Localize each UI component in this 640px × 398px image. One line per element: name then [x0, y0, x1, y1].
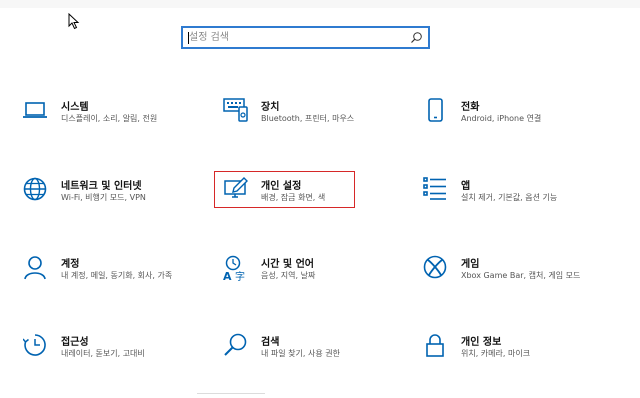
tile-ease-of-access[interactable]: 접근성 내레이터, 돋보기, 고대비	[23, 333, 198, 378]
apps-list-icon	[423, 177, 446, 200]
tile-title: 네트워크 및 인터넷	[61, 181, 142, 192]
search-icon	[224, 333, 247, 356]
tile-description: Android, iPhone 연결	[461, 114, 542, 123]
tile-title: 장치	[261, 102, 280, 113]
tile-apps[interactable]: 앱 설치 제거, 기본값, 옵션 기능	[423, 177, 598, 222]
laptop-icon	[23, 102, 47, 118]
mouse-pointer-icon	[68, 13, 80, 30]
tile-time-language[interactable]: A 字 시간 및 언어 음성, 지역, 날짜	[223, 255, 398, 300]
svg-text:字: 字	[235, 270, 245, 281]
bottom-edge	[197, 393, 265, 398]
time-language-icon: A 字	[223, 255, 245, 281]
top-band	[0, 0, 640, 8]
tile-title: 앱	[461, 181, 471, 192]
xbox-icon	[423, 255, 447, 279]
tile-accounts[interactable]: 계정 내 계정, 메일, 동기화, 회사, 가족	[23, 255, 198, 300]
tile-title: 접근성	[61, 337, 89, 348]
phone-icon	[428, 98, 443, 122]
tile-title: 개인 정보	[461, 337, 502, 348]
tile-description: 음성, 지역, 날짜	[261, 271, 316, 280]
tile-description: 내 계정, 메일, 동기화, 회사, 가족	[61, 271, 173, 280]
tile-description: Xbox Game Bar, 캡처, 게임 모드	[461, 271, 581, 280]
tile-title: 계정	[61, 259, 80, 270]
tile-title: 시스템	[61, 102, 89, 113]
tile-privacy[interactable]: 개인 정보 위치, 카메라, 마이크	[423, 333, 598, 378]
tile-title: 시간 및 언어	[261, 259, 314, 270]
tile-description: Wi-Fi, 비행기 모드, VPN	[61, 193, 146, 202]
tile-description: 내 파일 찾기, 사용 권한	[261, 349, 340, 358]
search-input[interactable]	[185, 29, 409, 46]
highlight-box	[214, 171, 355, 208]
keyboard-device-icon	[223, 98, 248, 122]
search-icon[interactable]	[410, 31, 423, 44]
tile-description: 디스플레이, 소리, 알림, 전원	[61, 114, 158, 123]
tile-phone[interactable]: 전화 Android, iPhone 연결	[423, 98, 598, 143]
tile-network[interactable]: 네트워크 및 인터넷 Wi-Fi, 비행기 모드, VPN	[23, 177, 198, 222]
svg-text:A: A	[223, 270, 232, 281]
tile-description: Bluetooth, 프린터, 마우스	[261, 114, 355, 123]
lock-icon	[426, 334, 444, 357]
tile-title: 전화	[461, 102, 480, 113]
tile-title: 검색	[261, 337, 280, 348]
tile-title: 게임	[461, 259, 480, 270]
tile-description: 위치, 카메라, 마이크	[461, 349, 531, 358]
ease-of-access-icon	[23, 334, 46, 356]
globe-icon	[23, 177, 47, 201]
tile-description: 설치 제거, 기본값, 옵션 기능	[461, 193, 558, 202]
tile-devices[interactable]: 장치 Bluetooth, 프린터, 마우스	[223, 98, 398, 143]
tile-description: 내레이터, 돋보기, 고대비	[61, 349, 145, 358]
tile-system[interactable]: 시스템 디스플레이, 소리, 알림, 전원	[23, 98, 198, 143]
person-icon	[24, 256, 46, 280]
tile-search[interactable]: 검색 내 파일 찾기, 사용 권한	[223, 333, 398, 378]
settings-search-box[interactable]	[181, 26, 430, 49]
tile-gaming[interactable]: 게임 Xbox Game Bar, 캡처, 게임 모드	[423, 255, 598, 300]
